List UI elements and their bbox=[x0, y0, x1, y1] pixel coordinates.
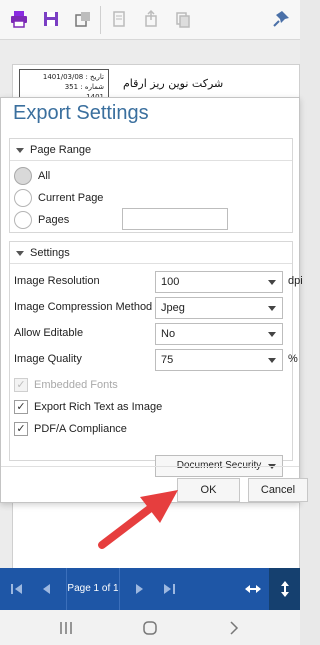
system-navigation-bar bbox=[0, 610, 300, 645]
radio-pages-label: Pages bbox=[38, 214, 70, 226]
settings-title: Settings bbox=[30, 247, 70, 259]
pdfa-label: PDF/A Compliance bbox=[34, 423, 127, 435]
fit-height-button[interactable] bbox=[269, 568, 300, 610]
allow-editable-select[interactable]: No bbox=[155, 323, 283, 345]
document-icon[interactable] bbox=[108, 8, 130, 30]
toolbar-separator bbox=[100, 6, 101, 34]
home-icon[interactable] bbox=[139, 617, 161, 639]
document-number: شماره : 351 bbox=[64, 83, 104, 91]
page-navigation-bar: Page 1 of 1 bbox=[0, 568, 300, 610]
embedded-fonts-checkbox: ✓ bbox=[14, 378, 28, 392]
fit-height-icon bbox=[274, 578, 296, 600]
save-icon[interactable] bbox=[40, 8, 62, 30]
compression-value: Jpeg bbox=[161, 302, 185, 314]
red-arrow-annotation bbox=[90, 485, 185, 555]
share-icon[interactable] bbox=[140, 8, 162, 30]
export-settings-dialog: Export Settings Page Range All Current P… bbox=[0, 97, 308, 503]
quality-unit: % bbox=[288, 353, 298, 365]
settings-header[interactable]: Settings bbox=[10, 242, 292, 264]
first-page-icon[interactable] bbox=[6, 578, 28, 600]
radio-current-page-circle[interactable] bbox=[14, 189, 32, 207]
document-date: تاریخ : 1401/03/08 bbox=[42, 73, 104, 81]
copy-icon[interactable] bbox=[172, 8, 194, 30]
export-icon[interactable] bbox=[72, 8, 94, 30]
back-icon[interactable] bbox=[222, 617, 244, 639]
previous-page-icon[interactable] bbox=[36, 578, 58, 600]
ok-button[interactable]: OK bbox=[177, 478, 240, 502]
dialog-title: Export Settings bbox=[13, 102, 149, 124]
image-quality-label: Image Quality bbox=[14, 353, 82, 365]
print-icon[interactable] bbox=[8, 8, 30, 30]
collapse-caret-icon bbox=[16, 148, 24, 153]
image-resolution-value: 100 bbox=[161, 276, 180, 288]
pages-input[interactable] bbox=[122, 208, 228, 230]
next-page-icon[interactable] bbox=[128, 578, 150, 600]
allow-editable-value: No bbox=[161, 328, 176, 340]
pdfa-checkbox[interactable]: ✓ bbox=[14, 422, 28, 436]
pin-icon[interactable] bbox=[270, 8, 292, 30]
chevron-down-icon bbox=[268, 306, 276, 311]
embedded-fonts-label: Embedded Fonts bbox=[34, 379, 118, 391]
allow-editable-label: Allow Editable bbox=[14, 327, 84, 339]
image-quality-value: 75 bbox=[161, 354, 174, 366]
document-company-title: شرکت نوین ریز ارقام bbox=[123, 77, 224, 90]
radio-current-page-label: Current Page bbox=[38, 192, 104, 204]
compression-select[interactable]: Jpeg bbox=[155, 297, 283, 319]
recent-apps-icon[interactable] bbox=[55, 617, 77, 639]
page-indicator[interactable]: Page 1 of 1 bbox=[66, 568, 120, 610]
last-page-icon[interactable] bbox=[158, 578, 180, 600]
radio-all-circle[interactable] bbox=[14, 167, 32, 185]
image-resolution-select[interactable]: 100 bbox=[155, 271, 283, 293]
document-info-box: تاریخ : 1401/03/08 شماره : 351 1401 bbox=[19, 69, 109, 101]
settings-group: Settings Image Resolution 100 dpi Image … bbox=[9, 241, 303, 477]
chevron-down-icon bbox=[268, 280, 276, 285]
export-rich-text-label: Export Rich Text as Image bbox=[34, 401, 163, 413]
resolution-unit: dpi bbox=[288, 275, 303, 287]
radio-pages-circle[interactable] bbox=[14, 211, 32, 229]
cancel-button[interactable]: Cancel bbox=[248, 478, 308, 502]
fit-width-icon[interactable] bbox=[242, 578, 264, 600]
export-rich-text-checkbox[interactable]: ✓ bbox=[14, 400, 28, 414]
toolbar bbox=[0, 0, 300, 40]
page-range-title: Page Range bbox=[30, 144, 92, 156]
image-resolution-label: Image Resolution bbox=[14, 275, 100, 287]
image-quality-select[interactable]: 75 bbox=[155, 349, 283, 371]
collapse-caret-icon bbox=[16, 251, 24, 256]
compression-label: Image Compression Method bbox=[14, 301, 153, 313]
dialog-footer-divider bbox=[1, 466, 299, 467]
chevron-down-icon bbox=[268, 358, 276, 363]
page-range-header[interactable]: Page Range bbox=[10, 139, 292, 161]
radio-all-label: All bbox=[38, 170, 51, 182]
chevron-down-icon bbox=[268, 332, 276, 337]
